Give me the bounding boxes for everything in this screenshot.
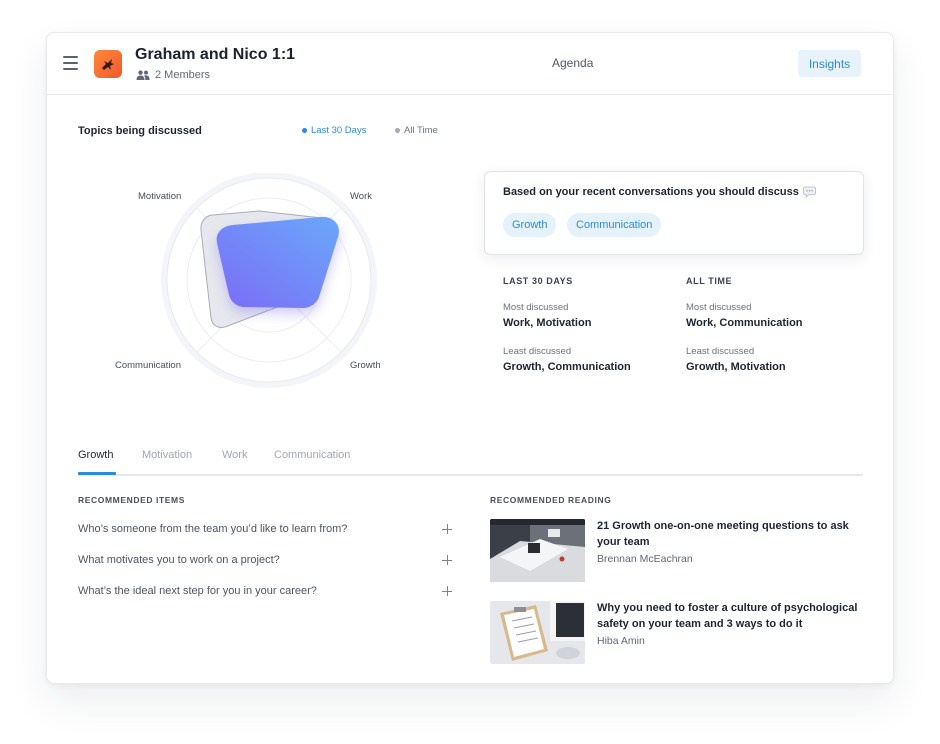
recommended-item-text: What’s the ideal next step for you in yo… xyxy=(78,585,317,597)
chip-growth[interactable]: Growth xyxy=(503,213,557,237)
desk-photo-icon xyxy=(490,519,585,582)
tab-work[interactable]: Work xyxy=(222,449,247,461)
people-icon xyxy=(136,70,150,80)
topic-tabs: Growth Motivation Work Communication xyxy=(78,449,863,476)
least-discussed-value: Growth, Communication xyxy=(503,361,631,373)
most-discussed-label: Most discussed xyxy=(503,302,569,313)
radar-chart: Motivation Work Communication Growth xyxy=(107,172,427,403)
chip-communication[interactable]: Communication xyxy=(567,213,662,237)
suggestion-text-row: Based on your recent conversations you s… xyxy=(503,186,816,198)
legend-label: Last 30 Days xyxy=(311,125,367,136)
recommended-item[interactable]: Who’s someone from the team you’d like t… xyxy=(78,520,452,538)
most-discussed-label: Most discussed xyxy=(686,302,752,313)
active-tab-indicator xyxy=(78,472,116,475)
suggestion-text: Based on your recent conversations you s… xyxy=(503,186,799,198)
legend-all-time[interactable]: All Time xyxy=(395,125,438,136)
team-avatar xyxy=(94,50,122,78)
axis-label-growth: Growth xyxy=(350,360,381,371)
suggestion-box: Based on your recent conversations you s… xyxy=(484,171,864,255)
recommended-item-text: Who’s someone from the team you’d like t… xyxy=(78,523,348,535)
recommended-items-heading: RECOMMENDED ITEMS xyxy=(78,495,186,505)
insights-card: Graham and Nico 1:1 2 Members Agenda Ins… xyxy=(46,32,894,684)
axis-label-work: Work xyxy=(350,191,372,202)
recommended-item[interactable]: What’s the ideal next step for you in yo… xyxy=(78,582,452,600)
add-icon[interactable] xyxy=(442,586,452,596)
article-title: Why you need to foster a culture of psyc… xyxy=(597,602,858,630)
add-icon[interactable] xyxy=(442,555,452,565)
legend-label: All Time xyxy=(404,125,438,136)
axis-label-motivation: Motivation xyxy=(138,191,182,202)
recommended-item-text: What motivates you to work on a project? xyxy=(78,554,280,566)
article-author: Hiba Amin xyxy=(597,635,645,647)
article-card[interactable]: Why you need to foster a culture of psyc… xyxy=(490,601,870,665)
article-thumbnail xyxy=(490,519,585,582)
tab-communication[interactable]: Communication xyxy=(274,449,350,461)
most-discussed-value: Work, Communication xyxy=(686,317,803,329)
recommended-item[interactable]: What motivates you to work on a project? xyxy=(78,551,452,569)
stats-last-30-days: LAST 30 DAYS Most discussed Work, Motiva… xyxy=(503,276,631,373)
article-card[interactable]: 21 Growth one-on-one meeting questions t… xyxy=(490,519,870,583)
menu-icon[interactable] xyxy=(63,56,78,70)
header: Graham and Nico 1:1 2 Members Agenda Ins… xyxy=(47,33,893,95)
least-discussed-value: Growth, Motivation xyxy=(686,361,786,373)
tab-growth[interactable]: Growth xyxy=(78,449,113,461)
stats-heading: ALL TIME xyxy=(686,276,733,286)
legend-dot xyxy=(395,128,400,133)
topics-title: Topics being discussed xyxy=(78,125,202,137)
members-info[interactable]: 2 Members xyxy=(136,69,210,81)
speech-bubble-icon xyxy=(802,186,816,198)
legend-dot xyxy=(302,128,307,133)
article-title: 21 Growth one-on-one meeting questions t… xyxy=(597,520,849,548)
article-author: Brennan McEachran xyxy=(597,553,693,565)
stats-heading: LAST 30 DAYS xyxy=(503,276,573,286)
most-discussed-value: Work, Motivation xyxy=(503,317,592,329)
bird-logo-icon xyxy=(102,59,114,70)
stats-all-time: ALL TIME Most discussed Work, Communicat… xyxy=(686,276,803,373)
insights-button[interactable]: Insights xyxy=(798,50,861,77)
legend-last-30-days[interactable]: Last 30 Days xyxy=(302,125,366,136)
least-discussed-label: Least discussed xyxy=(686,346,755,357)
page-title: Graham and Nico 1:1 xyxy=(135,46,296,63)
members-count: 2 Members xyxy=(155,69,211,81)
tab-agenda[interactable]: Agenda xyxy=(552,56,593,70)
article-thumbnail xyxy=(490,601,585,664)
recommended-reading-heading: RECOMMENDED READING xyxy=(490,495,612,505)
axis-label-communication: Communication xyxy=(115,360,181,371)
tab-motivation[interactable]: Motivation xyxy=(142,449,192,461)
clipboard-photo-icon xyxy=(490,601,585,664)
add-icon[interactable] xyxy=(442,524,452,534)
least-discussed-label: Least discussed xyxy=(503,346,572,357)
